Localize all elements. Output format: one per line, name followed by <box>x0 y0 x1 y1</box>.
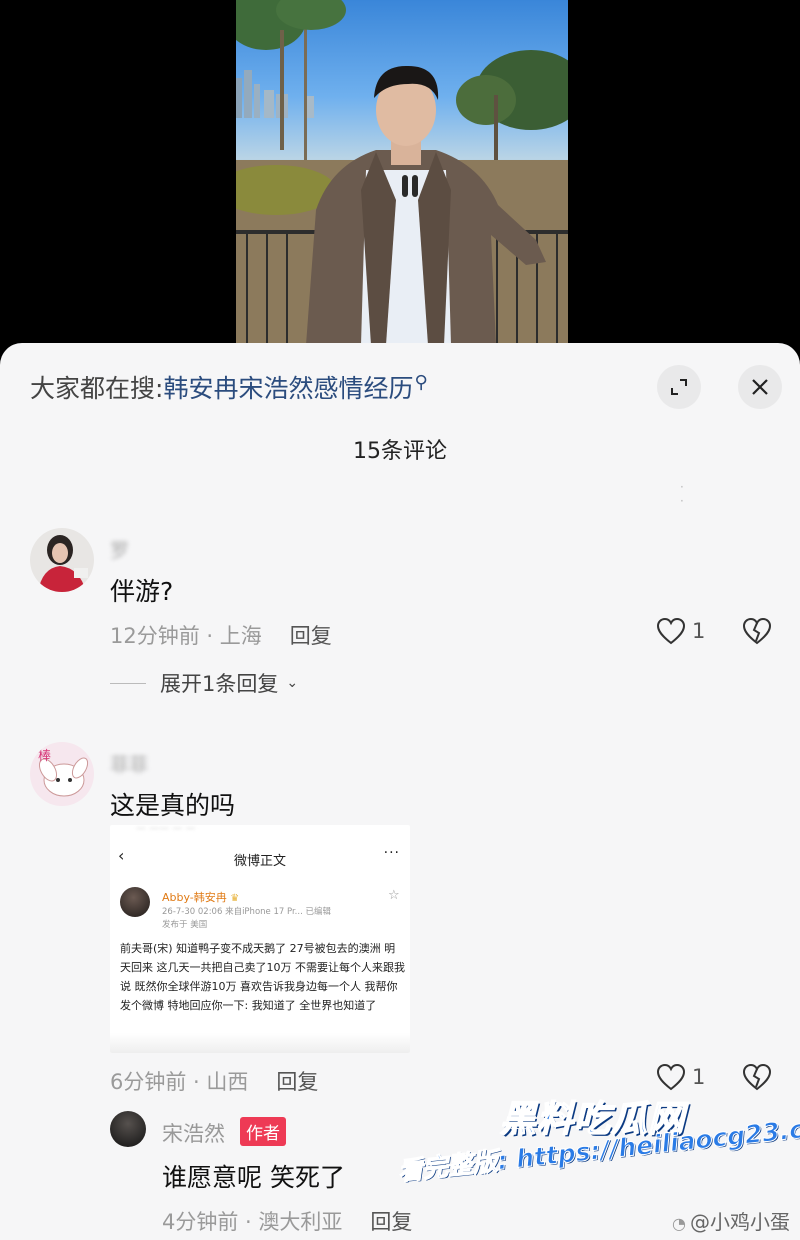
author-badge: 作者 <box>240 1117 286 1146</box>
reply-button[interactable]: 回复 <box>370 1210 412 1234</box>
reply-meta: 4分钟前 · 澳大利亚 回复 <box>162 1206 412 1236</box>
comment-meta: 12分钟前 · 上海 回复 <box>110 620 332 650</box>
weibo-logo-icon: ◔ <box>672 1214 686 1233</box>
divider-marks: · · <box>680 480 744 508</box>
close-icon <box>752 379 768 395</box>
broken-heart-icon <box>742 1063 772 1091</box>
reply-text: 谁愿意呢 笑死了 <box>162 1163 345 1192</box>
star-icon: ☆ <box>388 888 400 903</box>
search-prefix: 大家都在搜: <box>30 374 164 403</box>
crown-icon: ♛ <box>230 893 240 904</box>
like-button[interactable]: 1 <box>656 617 705 645</box>
post-body: 前夫哥(宋) 知道鸭子变不成天鹅了 27号被包去的澳洲 明天回来 这几天一共把自… <box>120 942 405 1012</box>
comment-image-screenshot[interactable]: — —— — — ‹ 微博正文 ··· Abby-韩安冉 ♛ 26-7-30 0… <box>110 825 410 1053</box>
comment-author[interactable]: 罗 <box>110 536 129 563</box>
divider-line <box>110 682 146 684</box>
reply-author[interactable]: 宋浩然 <box>162 1118 225 1148</box>
like-count: 1 <box>692 1065 706 1089</box>
screenshot-title: 微博正文 <box>233 854 286 869</box>
comment-author[interactable]: 菲菲 <box>110 750 148 777</box>
comment-text: 这是真的吗 <box>110 791 236 820</box>
reply-button[interactable]: 回复 <box>276 1070 318 1094</box>
comment-time-location: 12分钟前 · 上海 <box>110 624 262 648</box>
avatar[interactable]: 棒 <box>30 742 94 806</box>
heart-icon <box>656 617 686 645</box>
video-frame <box>236 0 568 345</box>
heart-icon <box>656 1063 686 1091</box>
search-suggestion[interactable]: 大家都在搜:韩安冉宋浩然感情经历⚲ <box>30 369 428 405</box>
post-time-device: 26-7-30 02:06 来自iPhone 17 Pr... 已编辑 <box>162 907 331 917</box>
reply-button[interactable]: 回复 <box>290 624 332 648</box>
fullscreen-button[interactable] <box>657 365 701 409</box>
screenshot-header: ‹ 微博正文 ··· <box>110 845 410 871</box>
like-count: 1 <box>692 619 706 643</box>
chevron-down-icon: ⌄ <box>286 675 299 691</box>
svg-text:棒: 棒 <box>38 749 51 764</box>
video-still-image <box>236 0 568 345</box>
cropped-text-fragment: — —— — — <box>136 825 196 834</box>
comment-count-title: 15条评论 <box>353 439 447 464</box>
comment-text: 伴游? <box>110 577 174 606</box>
image-fade <box>110 1033 410 1053</box>
dislike-button[interactable] <box>742 617 772 649</box>
avatar[interactable] <box>30 528 94 592</box>
expand-replies-button[interactable]: 展开1条回复 ⌄ <box>110 668 298 698</box>
search-keyword-link[interactable]: 韩安冉宋浩然感情经历 <box>163 374 413 403</box>
close-button[interactable] <box>738 365 782 409</box>
comment-meta: 6分钟前 · 山西 回复 <box>110 1066 318 1096</box>
reply-avatar[interactable] <box>110 1111 146 1147</box>
like-button[interactable]: 1 <box>656 1063 705 1091</box>
broken-heart-icon <box>742 617 772 645</box>
reply-time-location: 4分钟前 · 澳大利亚 <box>162 1210 343 1234</box>
expand-replies-label: 展开1条回复 <box>160 672 279 696</box>
post-location: 发布于 美国 <box>162 920 208 930</box>
poster-name: Abby-韩安冉 ♛ <box>162 891 240 904</box>
comment-time-location: 6分钟前 · 山西 <box>110 1070 249 1094</box>
poster-avatar <box>120 887 150 917</box>
expand-icon <box>671 379 687 395</box>
video-player-area[interactable] <box>0 0 800 345</box>
dislike-button[interactable] <box>742 1063 772 1095</box>
search-icon: ⚲ <box>414 371 428 393</box>
more-icon: ··· <box>383 845 400 861</box>
watermark-weibo: ◔ @小鸡小蛋 <box>672 1210 790 1234</box>
